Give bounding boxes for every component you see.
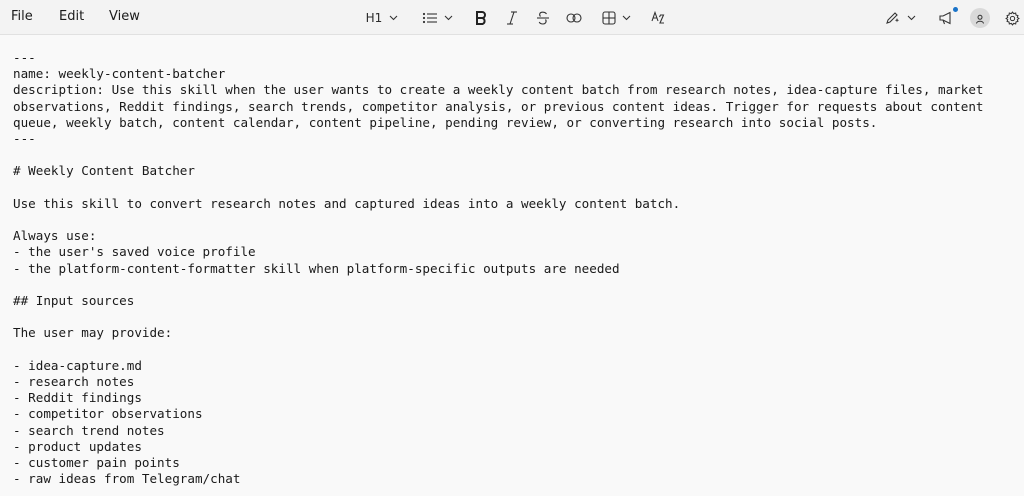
copilot-pen-dropdown[interactable] — [882, 6, 918, 30]
list-icon — [422, 11, 438, 25]
spellcheck-icon — [651, 11, 667, 25]
link-icon — [566, 13, 582, 23]
toolbar: File Edit View H1 — [0, 0, 1024, 35]
bold-icon — [475, 11, 487, 25]
document-text[interactable]: --- name: weekly-content-batcher descrip… — [13, 50, 1013, 487]
heading-level-label: H1 — [365, 11, 383, 25]
edit-menu[interactable]: Edit — [59, 9, 84, 24]
megaphone-icon — [938, 11, 954, 25]
list-dropdown[interactable] — [418, 6, 456, 30]
chevron-down-icon — [389, 15, 398, 21]
account-icon — [975, 9, 985, 28]
chevron-down-icon — [907, 15, 916, 21]
strikethrough-button[interactable] — [534, 6, 552, 30]
chevron-down-icon — [444, 15, 453, 21]
bold-button[interactable] — [472, 6, 490, 30]
notification-dot — [953, 7, 958, 12]
settings-icon — [1004, 10, 1020, 26]
heading-level-dropdown[interactable]: H1 — [362, 6, 402, 30]
copilot-pen-icon — [885, 11, 901, 25]
account-button[interactable] — [970, 8, 990, 28]
file-menu[interactable]: File — [11, 9, 33, 24]
settings-button[interactable] — [1003, 6, 1021, 30]
strikethrough-icon — [536, 11, 550, 25]
table-dropdown[interactable] — [598, 6, 634, 30]
editor-area[interactable]: --- name: weekly-content-batcher descrip… — [0, 35, 1024, 496]
italic-button[interactable] — [503, 6, 521, 30]
table-icon — [601, 11, 616, 25]
link-button[interactable] — [565, 6, 583, 30]
view-menu[interactable]: View — [109, 9, 140, 24]
italic-icon — [506, 11, 518, 25]
chevron-down-icon — [622, 15, 631, 21]
spellcheck-button[interactable] — [650, 6, 668, 30]
